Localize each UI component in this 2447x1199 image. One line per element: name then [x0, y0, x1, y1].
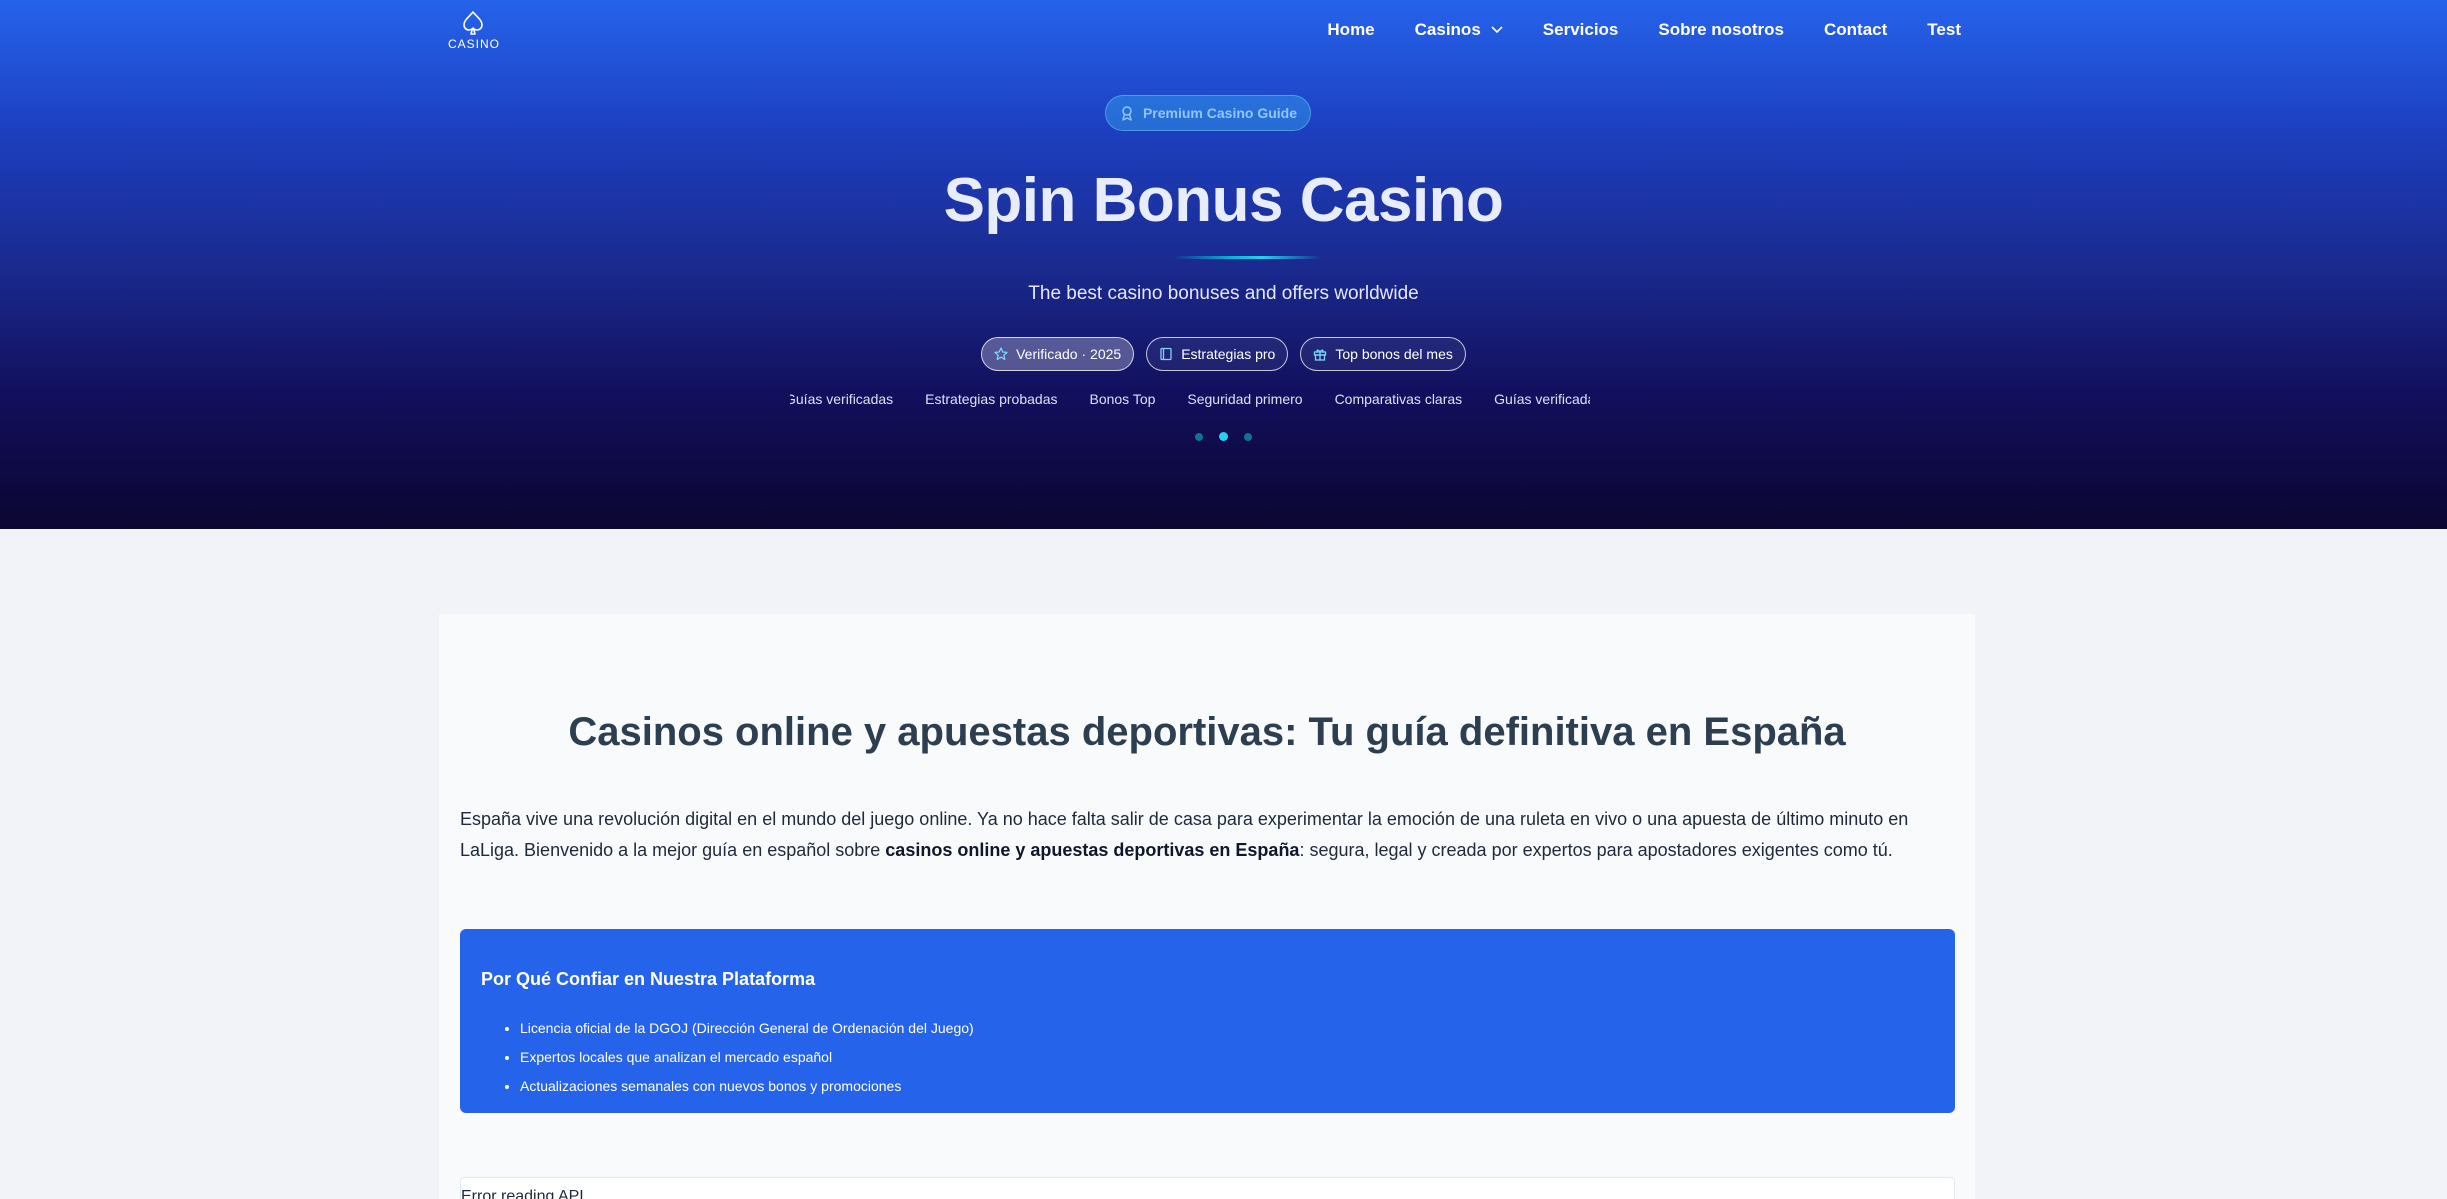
premium-guide-badge: Premium Casino Guide	[1105, 95, 1311, 131]
trust-list: Licencia oficial de la DGOJ (Dirección G…	[520, 1014, 974, 1101]
gift-icon	[1314, 349, 1327, 361]
intro-text-bold: casinos online y apuestas deportivas en …	[885, 840, 1300, 860]
main-menu: Home Casinos Servicios Sobre nosotros Co…	[1327, 20, 1961, 40]
api-error-text: Error reading API	[461, 1188, 584, 1199]
content-title: Casinos online y apuestas deportivas: Tu…	[568, 710, 1846, 754]
tag-verificado-label: Verificado · 2025	[1016, 346, 1122, 362]
spade-icon	[463, 11, 483, 35]
carousel-dot[interactable]	[1244, 432, 1252, 441]
chevron-down-icon	[1491, 23, 1503, 37]
tag-estrategias-label: Estrategias pro	[1181, 346, 1276, 362]
trust-heading: Por Qué Confiar en Nuestra Plataforma	[481, 969, 816, 989]
nav-test[interactable]: Test	[1927, 20, 1961, 40]
carousel-dot-active[interactable]	[1219, 432, 1228, 441]
logo-text: CASINO	[448, 37, 501, 51]
book-icon	[1160, 347, 1172, 361]
ticker-item: Comparativas claras	[1334, 391, 1463, 407]
ticker-item: Bonos Top	[1089, 391, 1156, 407]
ticker-item: Seguridad primero	[1187, 391, 1303, 407]
nav-casinos[interactable]: Casinos	[1415, 20, 1503, 40]
ticker-item: Guías verificadas	[1494, 391, 1590, 407]
trust-list-item: Licencia oficial de la DGOJ (Dirección G…	[520, 1014, 974, 1043]
trust-list-item: Expertos locales que analizan el mercado…	[520, 1043, 974, 1072]
carousel-dots	[0, 432, 2447, 441]
top-navigation: CASINO Home Casinos Servicios Sobre noso…	[0, 0, 2447, 62]
intro-paragraph: España vive una revolución digital en el…	[460, 804, 1950, 866]
hero-tags: Verificado · 2025 Estrategias pro Top bo…	[0, 337, 2447, 371]
premium-guide-label: Premium Casino Guide	[1142, 105, 1298, 121]
api-error-box: Error reading API	[460, 1177, 1955, 1199]
carousel-dot[interactable]	[1195, 432, 1203, 441]
feature-ticker: Guías verificadas Estrategias probadas B…	[790, 391, 1590, 413]
tag-estrategias[interactable]: Estrategias pro	[1146, 337, 1289, 371]
tag-top-bonos[interactable]: Top bonos del mes	[1300, 337, 1466, 371]
ticker-item: Guías verificadas	[790, 391, 894, 407]
nav-contact[interactable]: Contact	[1824, 20, 1887, 40]
hero-subtitle: The best casino bonuses and offers world…	[1028, 283, 1419, 304]
trust-box: Por Qué Confiar en Nuestra Plataforma Li…	[460, 929, 1955, 1113]
nav-casinos-label: Casinos	[1414, 20, 1481, 39]
award-icon	[1122, 106, 1132, 121]
nav-home[interactable]: Home	[1327, 20, 1374, 40]
site-logo[interactable]: CASINO	[448, 10, 501, 52]
tag-verificado[interactable]: Verificado · 2025	[981, 337, 1135, 371]
main-content-card: Casinos online y apuestas deportivas: Tu…	[439, 614, 1975, 1199]
tag-top-bonos-label: Top bonos del mes	[1335, 346, 1453, 362]
star-icon	[994, 347, 1008, 361]
trust-list-item: Actualizaciones semanales con nuevos bon…	[520, 1072, 974, 1101]
ticker-item: Estrategias probadas	[925, 391, 1058, 407]
hero-section: CASINO Home Casinos Servicios Sobre noso…	[0, 0, 2447, 529]
nav-servicios[interactable]: Servicios	[1543, 20, 1619, 40]
hero-title: Spin Bonus Casino	[943, 166, 1504, 235]
nav-sobre-nosotros[interactable]: Sobre nosotros	[1658, 20, 1784, 40]
intro-text-end: : segura, legal y creada por expertos pa…	[1299, 840, 1893, 860]
title-underline	[1173, 256, 1321, 259]
